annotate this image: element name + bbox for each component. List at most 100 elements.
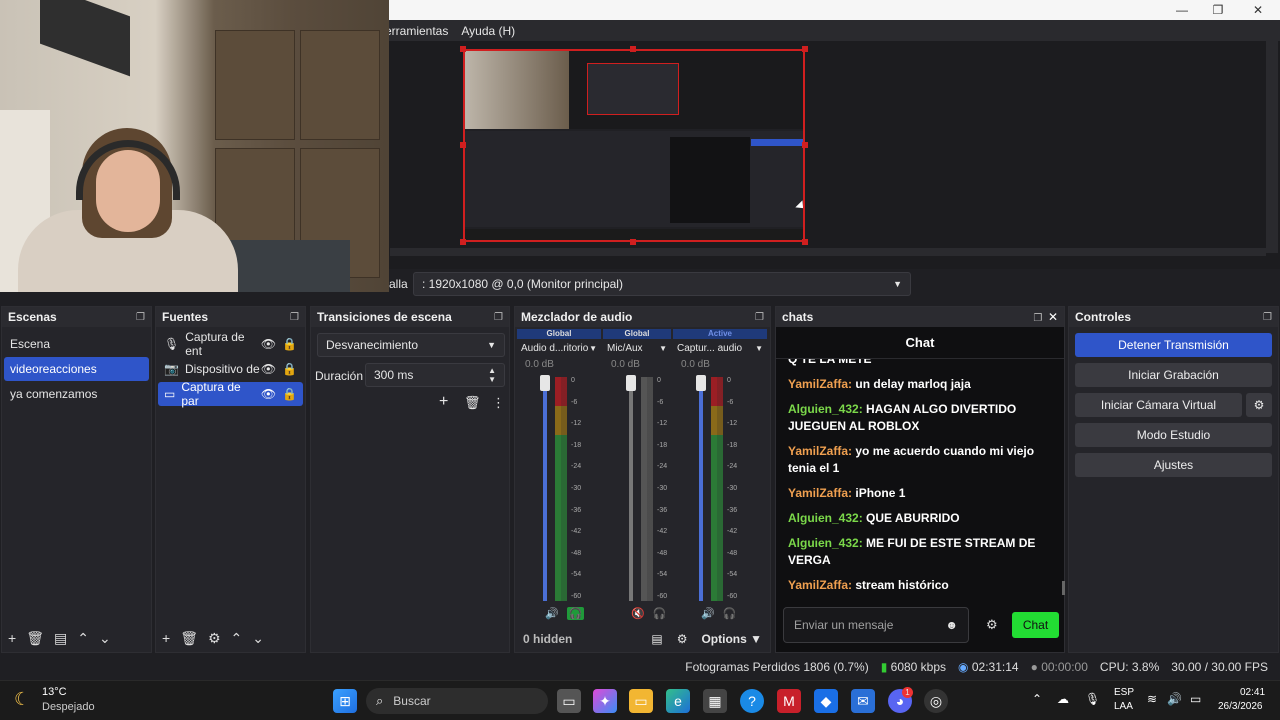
- taskbar-search[interactable]: ⌕ Buscar: [366, 688, 548, 714]
- volume-icon[interactable]: 🔊: [1167, 692, 1182, 706]
- monitor-headphones-icon[interactable]: 🎧: [653, 607, 667, 620]
- chevron-up-icon[interactable]: ⌃: [231, 630, 243, 647]
- clock-date[interactable]: 26/3/2026: [1218, 701, 1263, 712]
- monitor-select[interactable]: : 1920x1080 @ 0,0 (Monitor principal) ▼: [413, 272, 911, 296]
- scene-item[interactable]: Escena: [4, 332, 149, 356]
- obs-icon[interactable]: ◎: [924, 689, 948, 713]
- store-icon[interactable]: ▦: [703, 689, 727, 713]
- dropbox-icon[interactable]: ◆: [814, 689, 838, 713]
- undock-icon[interactable]: ❐: [1263, 312, 1272, 323]
- chat-username[interactable]: Alguien_432:: [788, 402, 863, 416]
- chevron-down-icon[interactable]: ⌄: [252, 630, 264, 647]
- fader-knob[interactable]: [696, 375, 706, 391]
- eye-icon[interactable]: 👁: [261, 387, 276, 401]
- resize-handle[interactable]: [460, 239, 466, 245]
- source-item-selected[interactable]: ▭ Captura de par 👁 🔒: [158, 380, 303, 408]
- monitor-headphones-icon[interactable]: 🎧: [723, 607, 737, 620]
- mcafee-icon[interactable]: M: [777, 689, 801, 713]
- undock-icon[interactable]: ❐: [494, 312, 503, 323]
- duration-field[interactable]: 300 ms ▲ ▼: [365, 363, 505, 387]
- menu-tools[interactable]: erramientas: [385, 24, 448, 38]
- fader-knob[interactable]: [626, 375, 636, 391]
- speaker-icon[interactable]: 🔊: [545, 607, 559, 620]
- microphone-icon[interactable]: 🎙: [1085, 692, 1100, 706]
- preview-source-frame[interactable]: [463, 49, 805, 242]
- clock-time[interactable]: 02:41: [1240, 687, 1265, 698]
- layout-icon[interactable]: ▤: [651, 632, 662, 646]
- wifi-icon[interactable]: ≋: [1147, 692, 1157, 706]
- transition-select[interactable]: Desvanecimiento ▼: [317, 333, 505, 357]
- chevron-down-icon[interactable]: ⌄: [99, 630, 111, 647]
- emoji-icon[interactable]: ☻: [945, 618, 958, 632]
- stepper-icon[interactable]: ▲ ▼: [488, 366, 496, 384]
- undock-icon[interactable]: ❐: [290, 312, 299, 323]
- resize-handle[interactable]: [630, 239, 636, 245]
- onedrive-icon[interactable]: ☁: [1057, 692, 1069, 706]
- studio-mode-button[interactable]: Modo Estudio: [1075, 423, 1272, 447]
- trash-icon[interactable]: 🗑: [180, 630, 198, 647]
- chat-send-button[interactable]: Chat: [1012, 612, 1059, 638]
- virtual-camera-settings-button[interactable]: ⚙: [1246, 393, 1272, 417]
- chat-username[interactable]: YamilZaffa:: [788, 444, 852, 458]
- maximize-button[interactable]: ❐: [1198, 0, 1238, 20]
- moon-weather-icon[interactable]: ☾: [14, 689, 30, 710]
- keyboard-layout[interactable]: LAA: [1114, 701, 1133, 712]
- source-item[interactable]: 📷 Dispositivo de 👁 🔒: [158, 357, 303, 381]
- gear-icon[interactable]: ⚙: [986, 617, 998, 633]
- eye-icon[interactable]: 👁: [261, 362, 276, 376]
- help-icon[interactable]: ?: [740, 689, 764, 713]
- resize-handle[interactable]: [802, 239, 808, 245]
- filter-icon[interactable]: ▤: [54, 630, 67, 647]
- chat-username[interactable]: YamilZaffa:: [788, 377, 852, 391]
- language-code[interactable]: ESP: [1114, 687, 1134, 698]
- channel-name-select[interactable]: Captur... audio ▼: [673, 339, 767, 357]
- lock-icon[interactable]: 🔒: [282, 362, 297, 376]
- muted-icon[interactable]: 🔇: [631, 607, 645, 620]
- add-icon[interactable]: +: [162, 630, 170, 646]
- add-icon[interactable]: +: [439, 393, 448, 411]
- file-explorer-icon[interactable]: ▭: [629, 689, 653, 713]
- chevron-up-icon[interactable]: ⌃: [77, 630, 89, 647]
- trash-icon[interactable]: 🗑: [464, 395, 481, 411]
- resize-handle[interactable]: [460, 46, 466, 52]
- windows-start-icon[interactable]: ⊞: [333, 689, 357, 713]
- copilot-icon[interactable]: ✦: [593, 689, 617, 713]
- chat-username[interactable]: YamilZaffa:: [788, 486, 852, 500]
- resize-handle[interactable]: [460, 142, 466, 148]
- chat-username[interactable]: YamilZaffa:: [788, 578, 852, 592]
- undock-icon[interactable]: ❐: [1033, 313, 1042, 324]
- close-window-button[interactable]: ✕: [1238, 0, 1278, 20]
- eye-icon[interactable]: 👁: [261, 337, 276, 351]
- battery-icon[interactable]: ▭: [1190, 692, 1201, 706]
- volume-fader[interactable]: [699, 377, 703, 601]
- more-icon[interactable]: ⋮: [492, 395, 505, 411]
- chevron-up-icon[interactable]: ⌃: [1032, 692, 1042, 706]
- menu-help[interactable]: Ayuda (H): [461, 24, 515, 38]
- scene-item[interactable]: ya comenzamos: [4, 382, 149, 406]
- lock-icon[interactable]: 🔒: [282, 337, 297, 351]
- edge-icon[interactable]: e: [666, 689, 690, 713]
- gear-icon[interactable]: ⚙: [677, 632, 688, 646]
- undock-icon[interactable]: ❐: [755, 312, 764, 323]
- outlook-icon[interactable]: ✉: [851, 689, 875, 713]
- fader-knob[interactable]: [540, 375, 550, 391]
- start-virtual-camera-button[interactable]: Iniciar Cámara Virtual: [1075, 393, 1242, 417]
- add-icon[interactable]: +: [8, 630, 16, 646]
- chat-scrollbar[interactable]: [1062, 581, 1065, 595]
- chat-username[interactable]: Alguien_432:: [788, 511, 863, 525]
- task-view-icon[interactable]: ▭: [557, 689, 581, 713]
- chat-input[interactable]: Enviar un mensaje ☻: [783, 607, 969, 643]
- scene-item-selected[interactable]: videoreacciones: [4, 357, 149, 381]
- gear-icon[interactable]: ⚙: [208, 630, 221, 647]
- channel-name-select[interactable]: Mic/Aux ▼: [603, 339, 671, 357]
- lock-icon[interactable]: 🔒: [282, 387, 297, 401]
- monitor-headphones-icon[interactable]: 🎧: [566, 607, 585, 620]
- trash-icon[interactable]: 🗑: [26, 630, 44, 647]
- volume-fader[interactable]: [629, 377, 633, 601]
- chat-username[interactable]: Alguien_432:: [788, 536, 863, 550]
- speaker-icon[interactable]: 🔊: [701, 607, 715, 620]
- close-icon[interactable]: ✕: [1048, 310, 1058, 324]
- stop-stream-button[interactable]: Detener Transmisión: [1075, 333, 1272, 357]
- settings-button[interactable]: Ajustes: [1075, 453, 1272, 477]
- resize-handle[interactable]: [802, 46, 808, 52]
